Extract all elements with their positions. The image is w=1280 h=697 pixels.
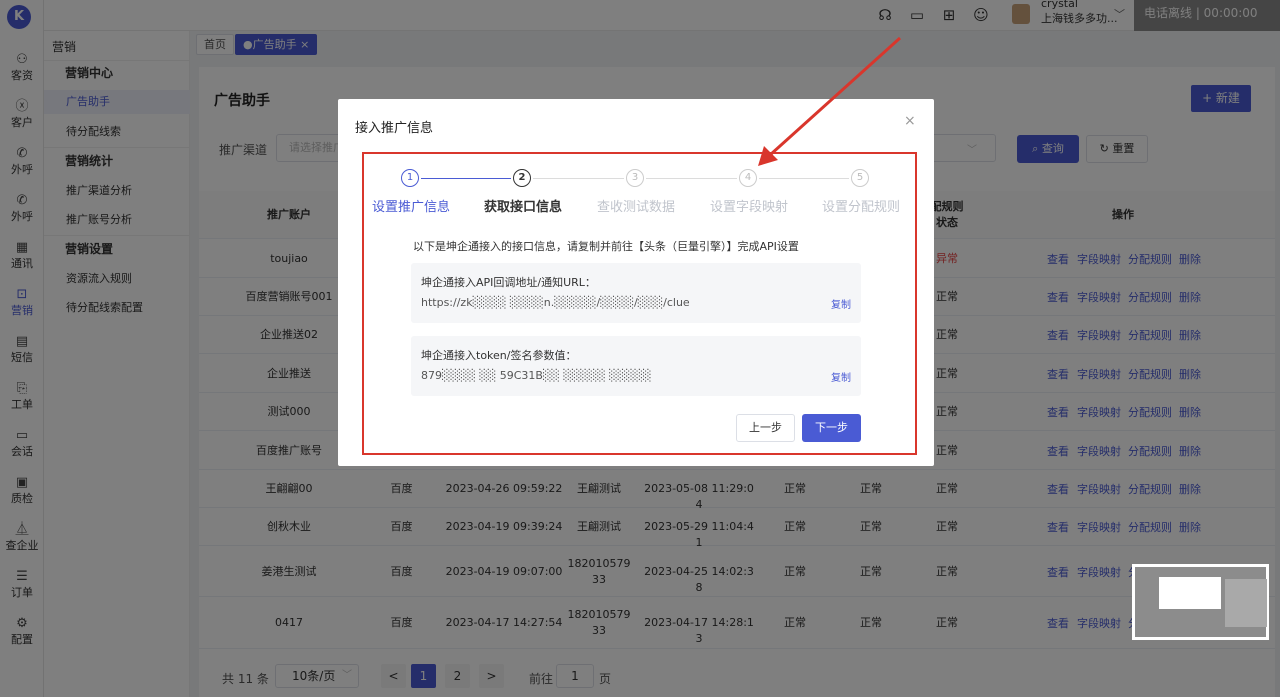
arrow-line [768, 36, 902, 157]
annotation-arrow [758, 36, 902, 166]
thumbnail-modal [1159, 577, 1221, 609]
thumbnail-table [1225, 579, 1267, 627]
screenshot-thumbnail[interactable] [1132, 564, 1269, 640]
